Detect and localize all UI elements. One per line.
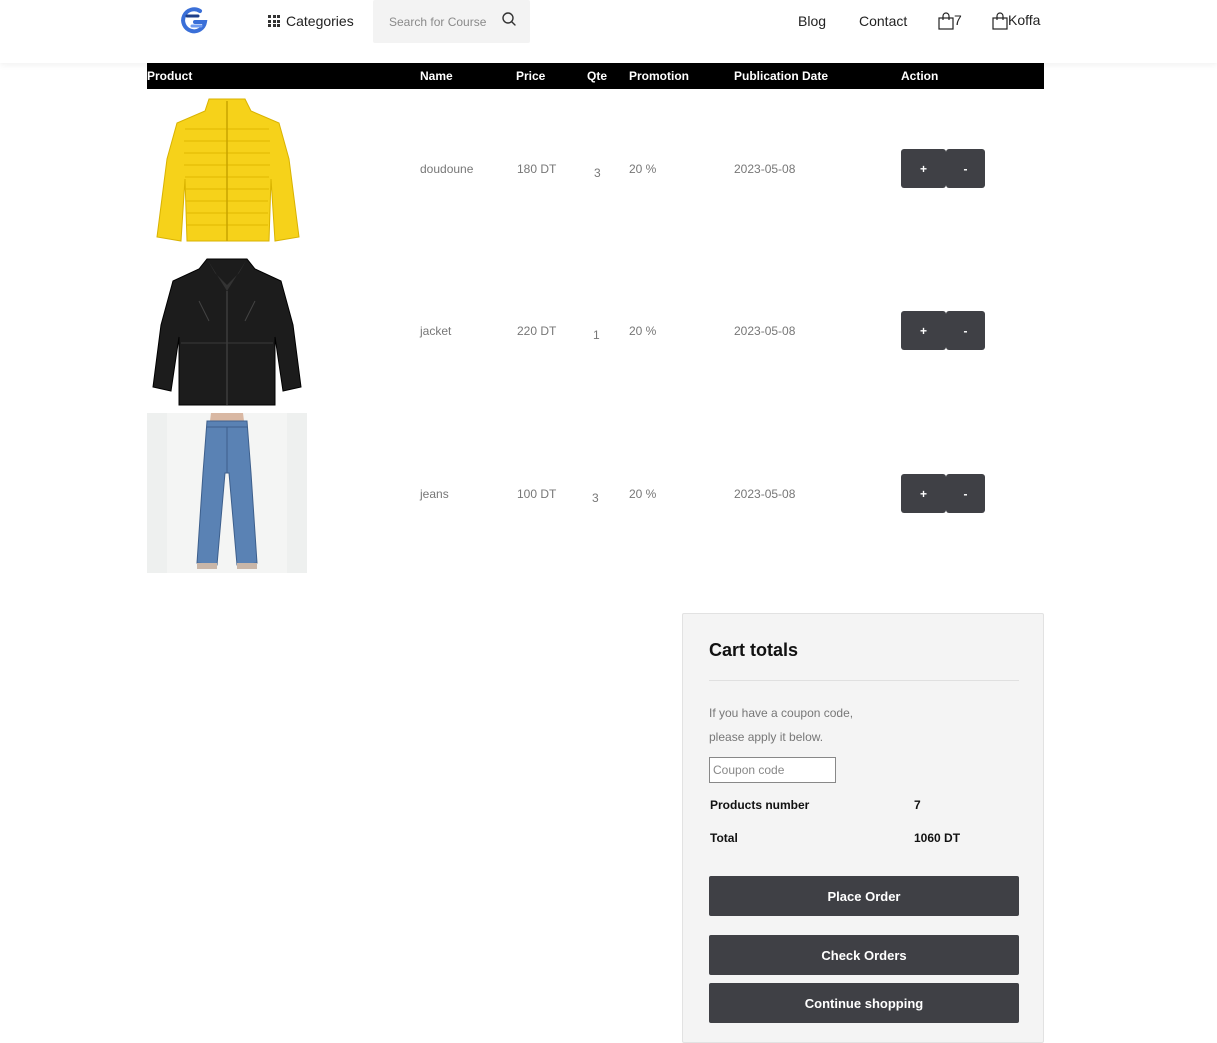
cart-table-header: Product Name Price Qte Promotion Publica…: [147, 63, 1044, 89]
column-header-promotion: Promotion: [629, 69, 689, 83]
column-header-action: Action: [901, 69, 939, 83]
shopping-bag-icon: [938, 12, 954, 30]
search-icon[interactable]: [501, 11, 517, 27]
coupon-hint-line-2: please apply it below.: [709, 730, 824, 744]
products-number-label: Products number: [710, 798, 810, 812]
increase-quantity-button[interactable]: +: [901, 149, 946, 188]
column-header-publication-date: Publication Date: [734, 69, 829, 83]
search-input[interactable]: [389, 13, 499, 31]
cart-totals-title: Cart totals: [709, 640, 799, 660]
nav-contact-link[interactable]: Contact: [859, 13, 907, 29]
cart-totals-panel: Cart totals If you have a coupon code, p…: [682, 613, 1044, 1043]
product-publication-date: 2023-05-08: [734, 487, 796, 501]
product-image-puffer-jacket: [147, 89, 307, 249]
coupon-hint-line-1: If you have a coupon code,: [709, 706, 854, 720]
categories-menu[interactable]: Categories: [268, 13, 354, 29]
table-row: jacket 220 DT 1 20 % 2023-05-08 + -: [147, 251, 1044, 411]
decrease-quantity-button[interactable]: -: [946, 311, 985, 350]
grid-icon: [268, 15, 280, 27]
column-header-product: Product: [147, 69, 193, 83]
search-box: [373, 0, 530, 43]
site-header: Categories Blog Contact 7 Koffa: [0, 0, 1217, 63]
increase-quantity-button[interactable]: +: [901, 311, 946, 350]
divider: [709, 680, 1019, 681]
logo-icon[interactable]: [178, 5, 210, 37]
product-price: 220 DT: [517, 324, 557, 338]
product-image-jeans: [147, 413, 307, 573]
table-row: doudoune 180 DT 3 20 % 2023-05-08 + -: [147, 89, 1044, 249]
product-price: 180 DT: [517, 162, 557, 176]
column-header-qte: Qte: [587, 69, 608, 83]
product-image-leather-jacket: [147, 251, 307, 411]
product-promotion: 20 %: [629, 324, 657, 338]
product-promotion: 20 %: [629, 162, 657, 176]
categories-label: Categories: [286, 13, 354, 29]
product-quantity: 3: [594, 166, 601, 180]
column-header-name: Name: [420, 69, 453, 83]
place-order-button[interactable]: Place Order: [709, 876, 1019, 916]
product-publication-date: 2023-05-08: [734, 162, 796, 176]
product-price: 100 DT: [517, 487, 557, 501]
product-name: jeans: [420, 487, 449, 501]
product-quantity: 1: [593, 328, 600, 342]
product-publication-date: 2023-05-08: [734, 324, 796, 338]
increase-quantity-button[interactable]: +: [901, 474, 946, 513]
coupon-code-input[interactable]: [709, 757, 836, 783]
cart-count: 7: [954, 12, 962, 28]
cart-button[interactable]: 7: [938, 12, 962, 30]
continue-shopping-button[interactable]: Continue shopping: [709, 983, 1019, 1023]
product-promotion: 20 %: [629, 487, 657, 501]
products-number-value: 7: [914, 798, 921, 812]
table-row: jeans 100 DT 3 20 % 2023-05-08 + -: [147, 413, 1044, 573]
user-name: Koffa: [1008, 12, 1041, 28]
shopping-bag-icon: [992, 12, 1008, 30]
nav-blog-link[interactable]: Blog: [798, 13, 826, 29]
column-header-price: Price: [516, 69, 546, 83]
product-name: doudoune: [420, 162, 474, 176]
decrease-quantity-button[interactable]: -: [946, 474, 985, 513]
product-name: jacket: [420, 324, 452, 338]
total-label: Total: [710, 831, 738, 845]
user-account-button[interactable]: Koffa: [992, 12, 1040, 30]
product-quantity: 3: [592, 491, 599, 505]
total-value: 1060 DT: [914, 831, 961, 845]
check-orders-button[interactable]: Check Orders: [709, 935, 1019, 975]
decrease-quantity-button[interactable]: -: [946, 149, 985, 188]
